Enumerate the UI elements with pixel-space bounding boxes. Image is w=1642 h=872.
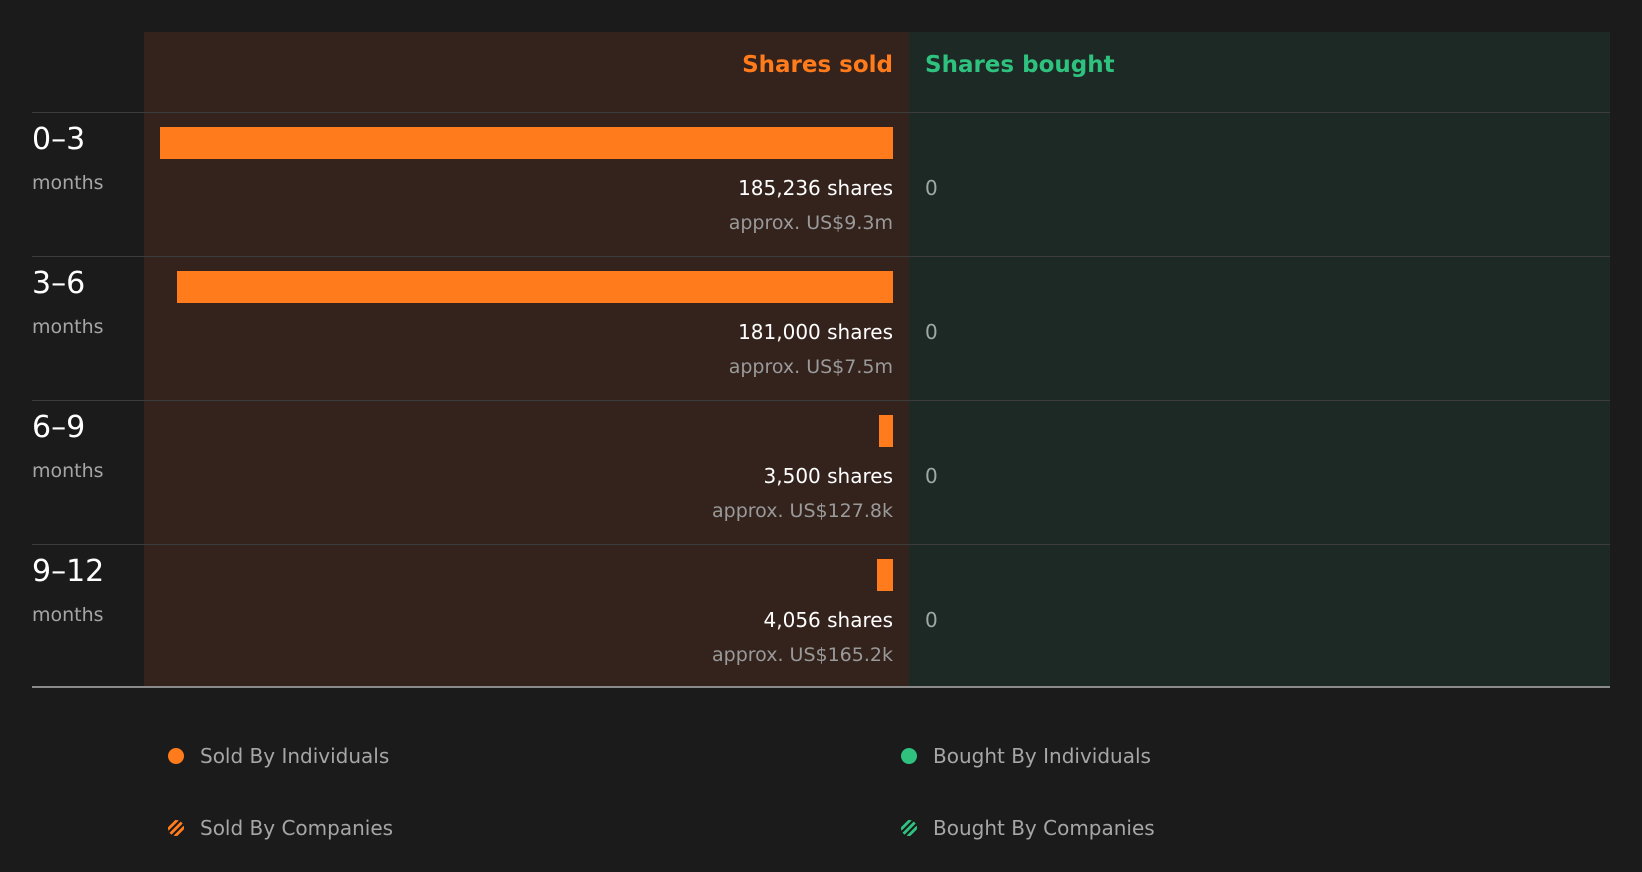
period-label: 0–3 xyxy=(32,122,86,157)
shares-bought-header: Shares bought xyxy=(925,52,1115,78)
legend-label: Bought By Companies xyxy=(933,816,1155,840)
striped-green-dot-icon xyxy=(901,820,917,836)
sold-bar xyxy=(160,127,893,159)
legend-bought-by-companies[interactable]: Bought By Companies xyxy=(901,816,1155,840)
row-0-3-months: 0–3 months 185,236 shares approx. US$9.3… xyxy=(0,112,1642,256)
sold-value-label: approx. US$7.5m xyxy=(728,356,893,378)
legend-sold-by-individuals[interactable]: Sold By Individuals xyxy=(168,744,389,768)
period-unit: months xyxy=(32,316,104,338)
shares-sold-header: Shares sold xyxy=(742,52,893,78)
legend-sold-by-companies[interactable]: Sold By Companies xyxy=(168,816,393,840)
sold-value-label: approx. US$9.3m xyxy=(728,212,893,234)
row-6-9-months: 6–9 months 3,500 shares approx. US$127.8… xyxy=(0,400,1642,544)
row-9-12-months: 9–12 months 4,056 shares approx. US$165.… xyxy=(0,544,1642,688)
shares-sold-label: 181,000 shares xyxy=(738,320,893,344)
shares-bought-label: 0 xyxy=(925,464,938,488)
shares-bought-label: 0 xyxy=(925,320,938,344)
legend-label: Bought By Individuals xyxy=(933,744,1151,768)
shares-sold-label: 4,056 shares xyxy=(763,608,893,632)
legend-label: Sold By Individuals xyxy=(200,744,390,768)
period-unit: months xyxy=(32,460,104,482)
legend-bought-by-individuals[interactable]: Bought By Individuals xyxy=(901,744,1151,768)
period-label: 9–12 xyxy=(32,554,105,589)
solid-green-dot-icon xyxy=(901,748,917,764)
shares-bought-label: 0 xyxy=(925,608,938,632)
sold-bar xyxy=(877,559,893,591)
sold-bar xyxy=(879,415,893,447)
row-3-6-months: 3–6 months 181,000 shares approx. US$7.5… xyxy=(0,256,1642,400)
shares-bought-label: 0 xyxy=(925,176,938,200)
shares-sold-label: 3,500 shares xyxy=(763,464,893,488)
legend-label: Sold By Companies xyxy=(200,816,394,840)
sold-value-label: approx. US$165.2k xyxy=(712,644,893,666)
shares-sold-label: 185,236 shares xyxy=(738,176,893,200)
sold-bar xyxy=(177,271,893,303)
sold-value-label: approx. US$127.8k xyxy=(712,500,893,522)
striped-orange-dot-icon xyxy=(168,820,184,836)
solid-orange-dot-icon xyxy=(168,748,184,764)
period-label: 3–6 xyxy=(32,266,86,301)
period-unit: months xyxy=(32,604,104,626)
period-label: 6–9 xyxy=(32,410,86,445)
period-unit: months xyxy=(32,172,104,194)
